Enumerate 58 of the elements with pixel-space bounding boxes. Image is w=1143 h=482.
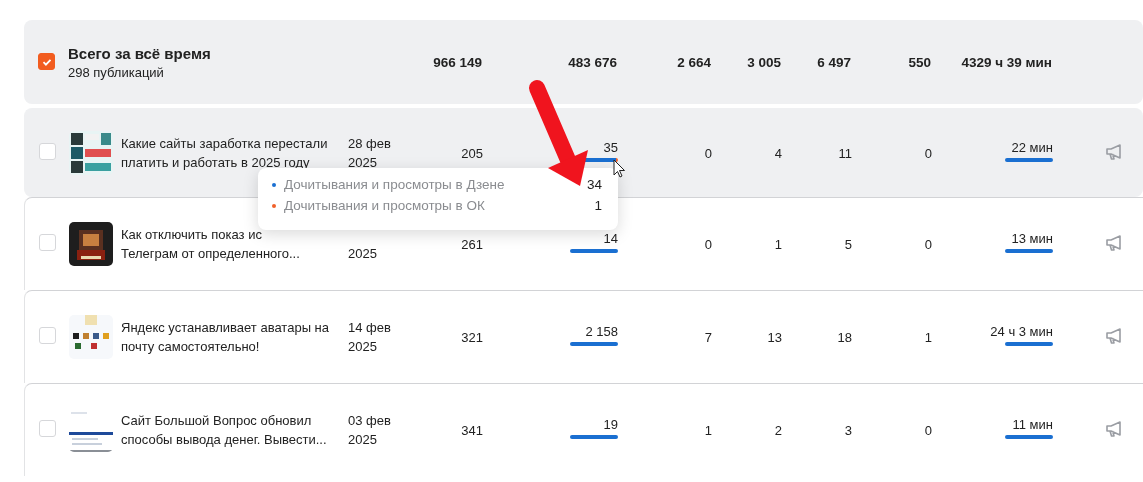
publication-title[interactable]: Яндекс устанавливает аватары на почту самостоятельно! <box>121 318 348 356</box>
publication-title[interactable]: Как отключить показ ис Телеграм от определенного... <box>121 225 348 263</box>
stat-value: 1 <box>774 236 782 252</box>
tooltip-value: 1 <box>594 198 602 213</box>
publication-date: 03 фев 2025 <box>348 412 392 449</box>
stat-value: 11 <box>838 145 852 161</box>
reads-bar <box>570 342 618 346</box>
stat-value: 1 <box>704 422 712 438</box>
total-value: 6 497 <box>817 54 851 70</box>
publication-date: 14 фев 2025 <box>348 319 392 356</box>
read-time: 13 мин <box>1011 231 1053 246</box>
stat-value: 0 <box>704 236 712 252</box>
checkbox[interactable] <box>38 53 55 71</box>
stat-value: 13 <box>767 329 782 345</box>
stat-value: 4 <box>774 145 782 161</box>
read-time: 11 мин <box>1012 417 1053 432</box>
reads-bar <box>570 435 618 439</box>
stat-value: 1 <box>924 329 932 345</box>
total-value: 483 676 <box>568 54 617 70</box>
publication-date: 28 фев 2025 <box>348 135 392 172</box>
total-value: 2 664 <box>677 54 711 70</box>
publication-title[interactable]: Сайт Большой Вопрос обновил способы вывода денег. Вывести... <box>121 411 348 449</box>
tooltip-label: Дочитывания и просмотры в Дзене <box>284 177 506 192</box>
total-value: 3 005 <box>747 54 781 70</box>
views-value: 321 <box>461 329 483 345</box>
publication-count: 298 публикаций <box>68 64 165 80</box>
read-time: 24 ч 3 мин <box>990 324 1053 339</box>
reads-value[interactable]: 14 <box>603 231 618 246</box>
tooltip-value: 34 <box>586 177 602 192</box>
stat-value: 0 <box>924 422 932 438</box>
total-value: 966 149 <box>433 54 482 70</box>
reads-bar <box>570 249 618 253</box>
views-value: 341 <box>461 422 483 438</box>
publication-row[interactable]: Сайт Большой Вопрос обновил способы вывода денег. Вывести... 03 фев 2025 341 19 1 2 3 0 11 мин <box>24 383 1143 476</box>
summary-title: Всего за всё время <box>68 44 212 62</box>
stat-value: 0 <box>924 145 932 161</box>
views-value: 205 <box>461 145 483 161</box>
reads-value[interactable]: 19 <box>603 417 618 432</box>
read-time-bar <box>1005 435 1053 439</box>
stat-value: 5 <box>844 236 852 252</box>
read-time-bar <box>1005 342 1053 346</box>
total-time: 4329 ч 39 мин <box>961 54 1052 70</box>
read-time-bar <box>1005 158 1053 162</box>
stat-value: 3 <box>844 422 852 438</box>
stat-value: 2 <box>774 422 782 438</box>
views-value: 261 <box>461 236 483 252</box>
read-time-bar <box>1005 249 1053 253</box>
tooltip-label: Дочитывания и просмотры в ОК <box>284 198 486 213</box>
stat-value: 0 <box>924 236 932 252</box>
publication-date: 2025 <box>348 245 378 263</box>
publication-row[interactable]: Яндекс устанавливает аватары на почту самостоятельно! 14 фев 2025 321 2 158 7 13 18 1 24 ч 3 мин <box>24 290 1143 383</box>
stat-value: 0 <box>704 145 712 161</box>
stat-value: 18 <box>837 329 852 345</box>
total-value: 550 <box>908 54 931 70</box>
reads-value[interactable]: 2 158 <box>585 324 618 339</box>
read-time: 22 мин <box>1011 140 1053 155</box>
stat-value: 7 <box>704 329 712 345</box>
reads-value[interactable]: 35 <box>603 140 618 155</box>
